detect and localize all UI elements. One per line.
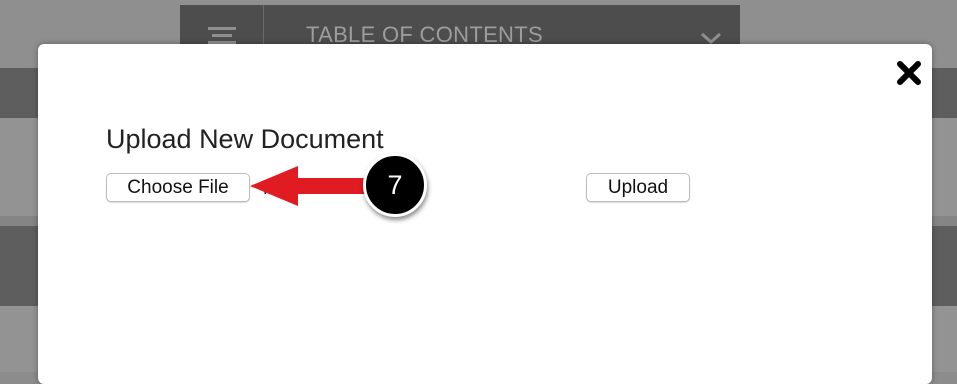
step-number-badge: 7 [363,153,427,217]
upload-button[interactable]: Upload [586,173,690,202]
upload-document-dialog: Upload New Document Choose File No file … [38,44,932,384]
dialog-title: Upload New Document [106,124,384,154]
close-icon [895,59,923,87]
close-button[interactable] [895,59,923,87]
choose-file-button[interactable]: Choose File [106,173,250,202]
toc-title: TABLE OF CONTENTS [306,22,543,47]
